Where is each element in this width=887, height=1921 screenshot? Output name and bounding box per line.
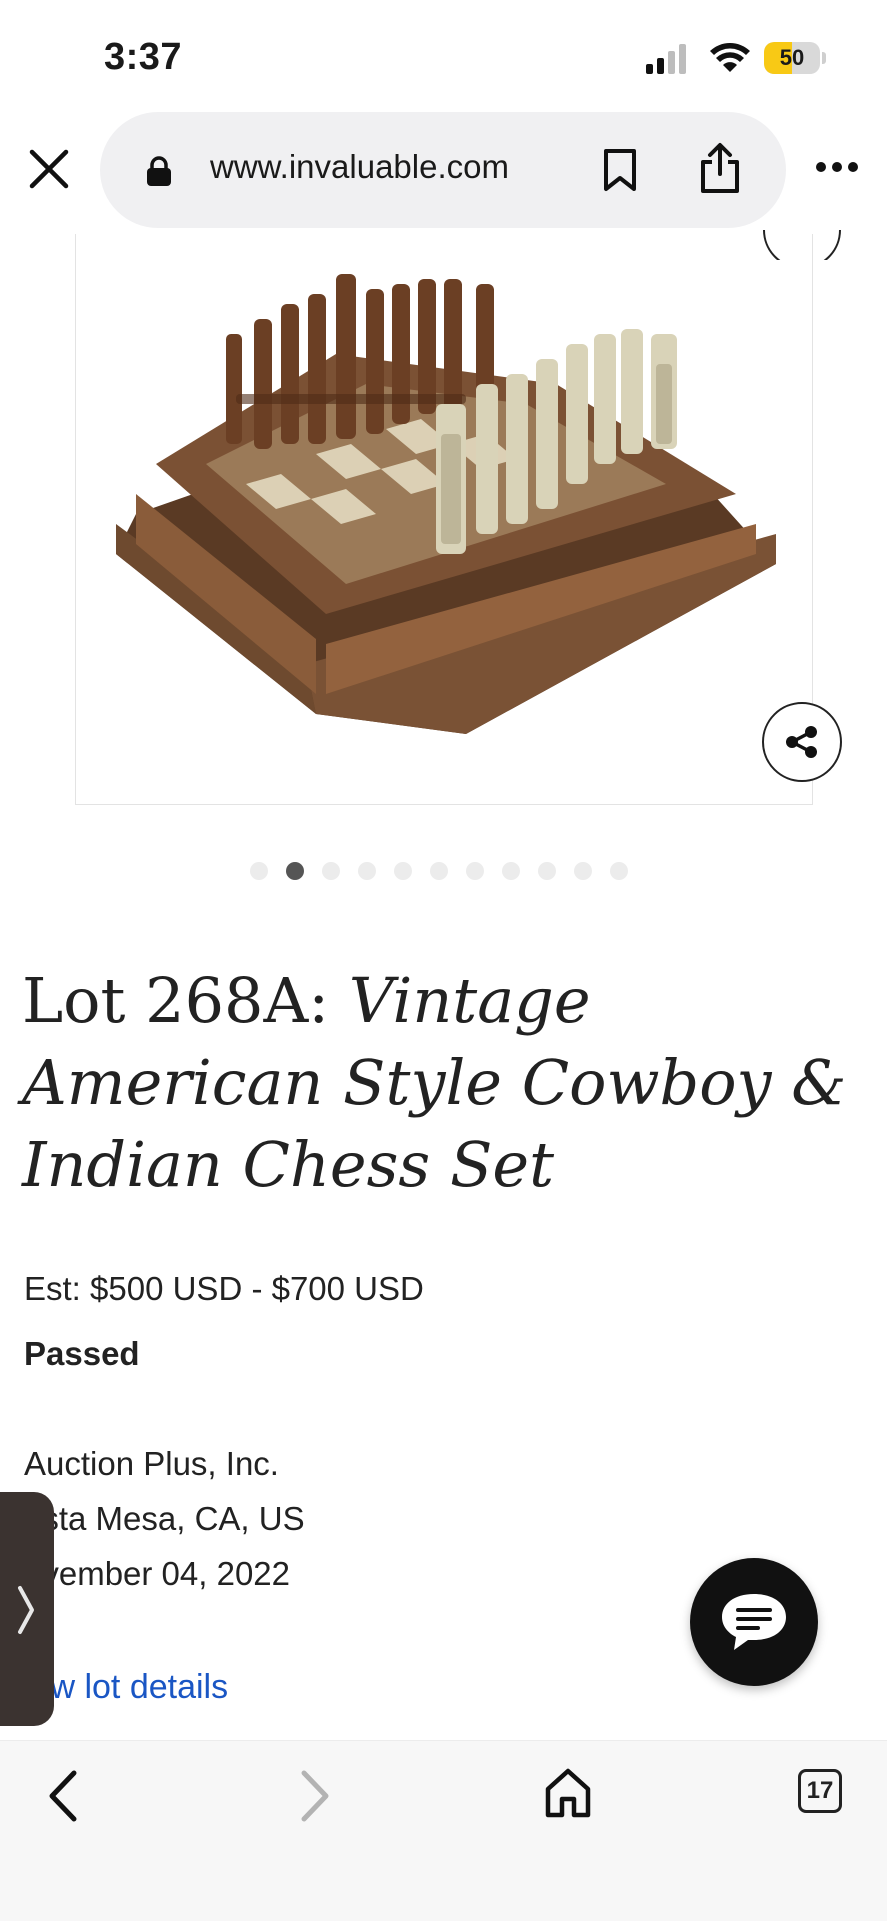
carousel-dot[interactable] bbox=[394, 862, 412, 880]
share-icon[interactable] bbox=[698, 142, 742, 194]
battery-icon: 50 bbox=[764, 42, 826, 74]
share-lot-button[interactable] bbox=[762, 702, 842, 782]
lot-title: Lot 268A: Vintage American Style Cowboy … bbox=[22, 960, 862, 1206]
url-text: www.invaluable.com bbox=[210, 148, 509, 185]
battery-percent: 50 bbox=[779, 45, 805, 70]
status-time: 3:37 bbox=[104, 36, 183, 78]
lot-number: Lot 268A: bbox=[22, 964, 349, 1037]
more-options-icon[interactable] bbox=[814, 160, 860, 174]
chevron-right-icon bbox=[18, 1586, 34, 1634]
favorite-button-partial[interactable] bbox=[760, 230, 850, 260]
address-bar[interactable]: www.invaluable.com bbox=[100, 112, 786, 228]
back-arrow-icon[interactable] bbox=[44, 1767, 80, 1825]
auction-location: osta Mesa, CA, US bbox=[24, 1500, 305, 1537]
lot-image[interactable] bbox=[75, 234, 813, 805]
carousel-dot[interactable] bbox=[358, 862, 376, 880]
carousel-dot[interactable] bbox=[286, 862, 304, 880]
lock-icon bbox=[147, 156, 171, 186]
chess-set-image bbox=[116, 274, 776, 734]
carousel-dot[interactable] bbox=[538, 862, 556, 880]
chat-bubble-icon bbox=[722, 1594, 786, 1650]
lot-estimate: Est: $500 USD - $700 USD bbox=[24, 1270, 424, 1307]
side-drawer-tab[interactable] bbox=[0, 1492, 54, 1726]
share-nodes-icon bbox=[786, 726, 817, 758]
carousel-dot[interactable] bbox=[430, 862, 448, 880]
carousel-dot[interactable] bbox=[466, 862, 484, 880]
lot-status: Passed bbox=[24, 1335, 140, 1372]
carousel-dot[interactable] bbox=[610, 862, 628, 880]
browser-toolbar: 17 bbox=[0, 1740, 887, 1921]
view-lot-details-link[interactable]: iew lot details bbox=[24, 1668, 228, 1707]
carousel-dot[interactable] bbox=[322, 862, 340, 880]
auction-house: Auction Plus, Inc. bbox=[24, 1445, 279, 1482]
home-icon[interactable] bbox=[544, 1767, 592, 1819]
auction-date: ovember 04, 2022 bbox=[24, 1555, 291, 1592]
close-icon[interactable] bbox=[26, 146, 72, 192]
bookmark-icon[interactable] bbox=[602, 148, 638, 192]
carousel-dot[interactable] bbox=[250, 862, 268, 880]
tabs-count-button[interactable]: 17 bbox=[798, 1769, 842, 1813]
status-bar: 3:37 50 bbox=[0, 0, 887, 110]
cellular-signal-icon bbox=[646, 44, 686, 74]
chat-button[interactable] bbox=[690, 1558, 818, 1686]
wifi-icon bbox=[710, 43, 750, 72]
carousel-dot[interactable] bbox=[574, 862, 592, 880]
forward-arrow-icon[interactable] bbox=[298, 1767, 334, 1825]
carousel-dot[interactable] bbox=[502, 862, 520, 880]
